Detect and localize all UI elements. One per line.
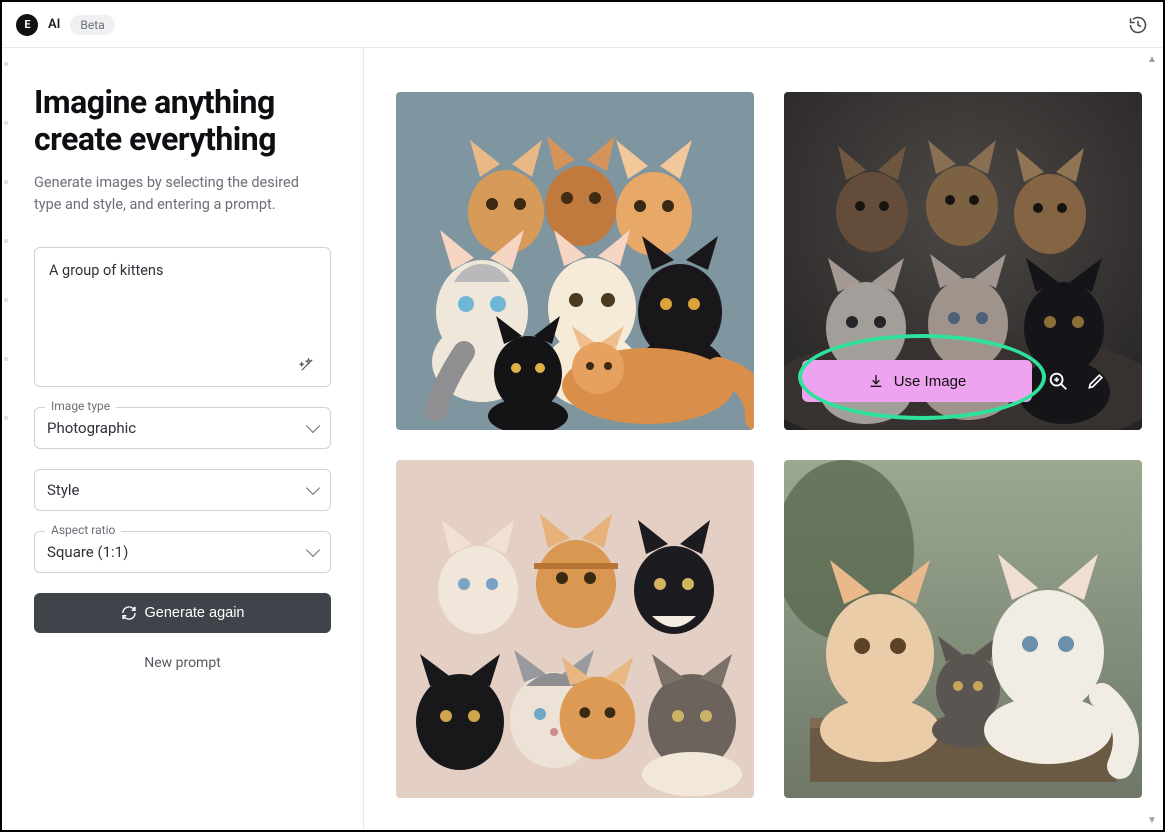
image-type-label: Image type [45, 399, 116, 413]
chevron-down-icon [306, 418, 320, 432]
image-type-select[interactable]: Image type Photographic [34, 407, 331, 449]
image-type-value: Photographic [47, 419, 136, 437]
aspect-ratio-value: Square (1:1) [47, 543, 128, 561]
history-icon[interactable] [1127, 14, 1149, 36]
editor-gutter [4, 52, 10, 826]
result-tile-2[interactable]: Use Image [784, 92, 1142, 430]
ai-label: AI [48, 17, 60, 32]
result-tile-3[interactable] [396, 460, 754, 798]
style-select[interactable]: Style [34, 469, 331, 511]
prompt-text: A group of kittens [49, 262, 316, 279]
aspect-ratio-label: Aspect ratio [45, 523, 121, 537]
results-area: ▲ ▼ [364, 48, 1163, 832]
new-prompt-link[interactable]: New prompt [34, 655, 331, 671]
generate-again-button[interactable]: Generate again [34, 593, 331, 633]
aspect-ratio-select[interactable]: Aspect ratio Square (1:1) [34, 531, 331, 573]
style-value: Style [47, 481, 80, 499]
magic-wand-icon[interactable] [298, 356, 318, 376]
result-tile-4[interactable] [784, 460, 1142, 798]
chevron-down-icon [306, 480, 320, 494]
download-icon [868, 373, 884, 389]
generate-again-label: Generate again [145, 605, 245, 621]
use-image-button[interactable]: Use Image [802, 360, 1032, 402]
page-subtitle: Generate images by selecting the desired… [34, 172, 314, 217]
zoom-icon[interactable] [1046, 369, 1070, 393]
chevron-down-icon [306, 542, 320, 556]
use-image-label: Use Image [894, 373, 967, 390]
result-tile-1[interactable] [396, 92, 754, 430]
beta-badge: Beta [70, 15, 114, 35]
edit-icon[interactable] [1084, 369, 1108, 393]
prompt-input[interactable]: A group of kittens [34, 247, 331, 387]
page-title: Imagine anything create everything [34, 84, 331, 158]
elementor-logo: E [16, 14, 38, 36]
topbar: E AI Beta [2, 2, 1163, 48]
controls-panel: Imagine anything create everything Gener… [2, 48, 364, 832]
